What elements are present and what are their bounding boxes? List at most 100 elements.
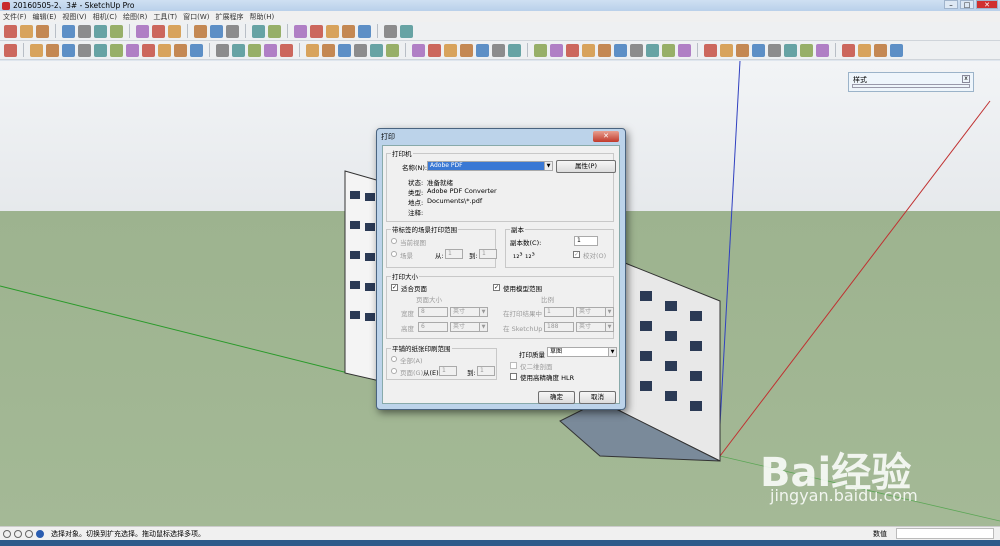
printer-name-select[interactable]: Adobe PDF ▼	[427, 161, 553, 171]
toolbar-tool-icon[interactable]	[704, 43, 717, 57]
toolbar-tool-icon[interactable]	[768, 43, 781, 57]
menu-tools[interactable]: 工具(T)	[153, 12, 177, 22]
toolbar-tool-icon[interactable]	[582, 43, 595, 57]
toolbar-tool-icon[interactable]	[338, 43, 351, 57]
toolbar-tool-icon[interactable]	[508, 43, 521, 57]
toolbar-tool-icon[interactable]	[890, 43, 903, 57]
toolbar-tool-icon[interactable]	[476, 43, 489, 57]
toolbar-tool-icon[interactable]	[534, 43, 547, 57]
toolbar-tool-icon[interactable]	[252, 24, 265, 38]
toolbar-tool-icon[interactable]	[752, 43, 765, 57]
height-unit-select[interactable]: 英寸 ▼	[450, 322, 488, 332]
toolbar-tool-icon[interactable]	[168, 24, 181, 38]
toolbar-tool-icon[interactable]	[816, 43, 829, 57]
toolbar-tool-icon[interactable]	[158, 43, 171, 57]
toolbar-tool-icon[interactable]	[428, 43, 441, 57]
toolbar-tool-icon[interactable]	[326, 24, 339, 38]
toolbar-tool-icon[interactable]	[110, 43, 123, 57]
close-window-button[interactable]: ✕	[976, 0, 998, 9]
in-printout-input[interactable]: 1	[544, 307, 574, 317]
toolbar-tool-icon[interactable]	[142, 43, 155, 57]
styles-panel[interactable]: 样式 x	[848, 72, 974, 92]
scene-to-input[interactable]: 1	[479, 249, 497, 259]
fit-page-checkbox[interactable]: ✓	[391, 284, 398, 291]
toolbar-tool-icon[interactable]	[630, 43, 643, 57]
toolbar-tool-icon[interactable]	[36, 24, 49, 38]
toolbar-tool-icon[interactable]	[784, 43, 797, 57]
toolbar-tool-icon[interactable]	[384, 24, 397, 38]
menu-view[interactable]: 视图(V)	[62, 12, 86, 22]
toolbar-tool-icon[interactable]	[210, 24, 223, 38]
toolbar-tool-icon[interactable]	[412, 43, 425, 57]
menu-window[interactable]: 窗口(W)	[183, 12, 209, 22]
width-input[interactable]: 8	[418, 307, 448, 317]
toolbar-tool-icon[interactable]	[110, 24, 123, 38]
toolbar-tool-icon[interactable]	[152, 24, 165, 38]
toolbar-tool-icon[interactable]	[614, 43, 627, 57]
toolbar-tool-icon[interactable]	[310, 24, 323, 38]
user-icon[interactable]	[25, 529, 33, 538]
toolbar-tool-icon[interactable]	[342, 24, 355, 38]
toolbar-tool-icon[interactable]	[62, 24, 75, 38]
menu-edit[interactable]: 编辑(E)	[33, 12, 57, 22]
toolbar-tool-icon[interactable]	[566, 43, 579, 57]
toolbar-tool-icon[interactable]	[842, 43, 855, 57]
all-pages-radio[interactable]	[391, 356, 397, 362]
toolbar-tool-icon[interactable]	[874, 43, 887, 57]
toolbar-tool-icon[interactable]	[94, 43, 107, 57]
toolbar-tool-icon[interactable]	[226, 24, 239, 38]
toolbar-tool-icon[interactable]	[174, 43, 187, 57]
toolbar-tool-icon[interactable]	[736, 43, 749, 57]
toolbar-tool-icon[interactable]	[248, 43, 261, 57]
toolbar-tool-icon[interactable]	[678, 43, 691, 57]
toolbar-tool-icon[interactable]	[62, 43, 75, 57]
credits-icon[interactable]	[14, 529, 22, 538]
tiled-from-input[interactable]: 1	[439, 366, 457, 376]
toolbar-tool-icon[interactable]	[78, 43, 91, 57]
toolbar-tool-icon[interactable]	[662, 43, 675, 57]
copies-count-stepper[interactable]: 1	[574, 236, 598, 246]
toolbar-tool-icon[interactable]	[190, 43, 203, 57]
collate-checkbox[interactable]: ✓	[573, 251, 580, 258]
cancel-button[interactable]: 取消	[579, 391, 616, 404]
toolbar-tool-icon[interactable]	[598, 43, 611, 57]
geolocation-icon[interactable]	[3, 529, 11, 538]
toolbar-tool-icon[interactable]	[646, 43, 659, 57]
menu-help[interactable]: 帮助(H)	[249, 12, 274, 22]
use-model-extents-checkbox[interactable]: ✓	[493, 284, 500, 291]
print-quality-select[interactable]: 草图 ▼	[547, 347, 617, 357]
current-view-radio[interactable]	[391, 238, 397, 244]
maximize-button[interactable]: □	[960, 0, 974, 9]
toolbar-tool-icon[interactable]	[216, 43, 229, 57]
help-icon[interactable]	[36, 529, 44, 538]
toolbar-tool-icon[interactable]	[444, 43, 457, 57]
toolbar-tool-icon[interactable]	[4, 24, 17, 38]
toolbar-tool-icon[interactable]	[30, 43, 43, 57]
width-unit-select[interactable]: 英寸 ▼	[450, 307, 488, 317]
toolbar-tool-icon[interactable]	[294, 24, 307, 38]
toolbar-tool-icon[interactable]	[354, 43, 367, 57]
toolbar-tool-icon[interactable]	[358, 24, 371, 38]
in-sketchup-unit-select[interactable]: 英寸 ▼	[576, 322, 614, 332]
toolbar-tool-icon[interactable]	[720, 43, 733, 57]
toolbar-tool-icon[interactable]	[370, 43, 383, 57]
toolbar-tool-icon[interactable]	[492, 43, 505, 57]
toolbar-tool-icon[interactable]	[78, 24, 91, 38]
minimize-button[interactable]: –	[944, 0, 958, 9]
properties-button[interactable]: 属性(P)	[556, 160, 616, 173]
toolbar-tool-icon[interactable]	[858, 43, 871, 57]
dialog-close-button[interactable]: ✕	[593, 131, 619, 142]
scene-from-input[interactable]: 1	[445, 249, 463, 259]
toolbar-tool-icon[interactable]	[322, 43, 335, 57]
menu-extensions[interactable]: 扩展程序	[215, 12, 243, 22]
in-printout-unit-select[interactable]: 英寸 ▼	[576, 307, 614, 317]
ok-button[interactable]: 确定	[538, 391, 575, 404]
toolbar-tool-icon[interactable]	[232, 43, 245, 57]
toolbar-tool-icon[interactable]	[268, 24, 281, 38]
toolbar-tool-icon[interactable]	[280, 43, 293, 57]
toolbar-tool-icon[interactable]	[136, 24, 149, 38]
two-d-section-checkbox[interactable]	[510, 362, 517, 369]
scenes-radio[interactable]	[391, 251, 397, 257]
measurements-input[interactable]	[896, 528, 994, 539]
tiled-to-input[interactable]: 1	[477, 366, 495, 376]
